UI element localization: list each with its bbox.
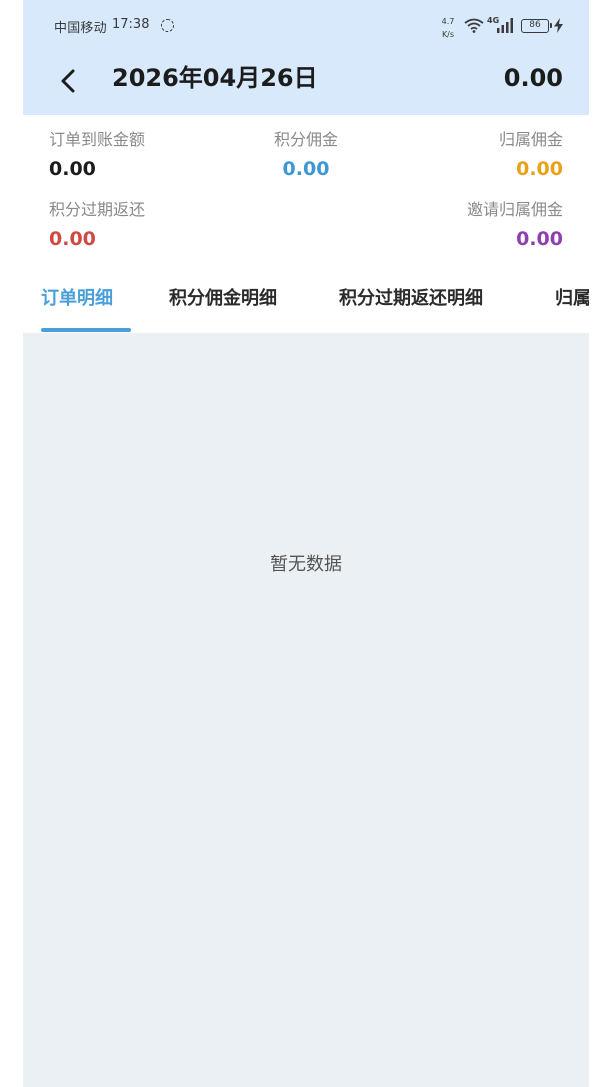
wifi-icon (464, 18, 484, 33)
stat-order-amount: 订单到账金额 0.00 (49, 129, 145, 183)
tab-bar: 订单明细 积分佣金明细 积分过期返还明细 归属 (23, 265, 589, 333)
header-total-amount: 0.00 (503, 64, 563, 92)
status-bar: 中国移动 17:38 4.7 K/s 4G 86 (23, 0, 589, 52)
signal-icon (497, 18, 513, 33)
status-time: 17:38 (112, 17, 150, 32)
tab-attribution-detail[interactable]: 归属 (555, 285, 589, 313)
stat-value: 0.00 (49, 228, 96, 250)
header: 中国移动 17:38 4.7 K/s 4G 86 2026年04月26日 0.0… (23, 0, 589, 115)
stat-points-expired-refund: 积分过期返还 0.00 (49, 199, 145, 253)
stat-points-commission: 积分佣金 0.00 (253, 129, 359, 183)
stats-panel: 订单到账金额 0.00 积分佣金 0.00 归属佣金 0.00 积分过期返还 0… (23, 115, 589, 265)
stat-label: 积分佣金 (273, 130, 338, 149)
net-speed-value: 4.7 (441, 17, 455, 26)
empty-state-text: 暂无数据 (270, 554, 342, 575)
detail-list[interactable]: 暂无数据 (23, 333, 589, 1087)
battery-icon: 86 (521, 19, 552, 33)
carrier-label: 中国移动 (54, 21, 107, 36)
page-title: 2026年04月26日 (112, 64, 318, 92)
stat-attribution-commission: 归属佣金 0.00 (499, 129, 563, 183)
chevron-left-icon (61, 69, 75, 93)
title-bar: 2026年04月26日 0.00 (23, 52, 589, 115)
battery-level: 86 (529, 20, 541, 30)
charging-icon (554, 18, 563, 33)
net-speed-unit: K/s (441, 30, 455, 39)
stat-value: 0.00 (516, 158, 563, 180)
net-speed: 4.7 K/s (439, 15, 457, 41)
tab-points-commission-detail[interactable]: 积分佣金明细 (169, 285, 277, 313)
stat-label: 邀请归属佣金 (466, 200, 563, 219)
stat-value: 0.00 (282, 158, 330, 180)
stat-invite-attribution-commission: 邀请归属佣金 0.00 (467, 199, 563, 253)
app-screen: 中国移动 17:38 4.7 K/s 4G 86 2026年04月26日 0.0… (23, 0, 589, 1087)
stat-label: 积分过期返还 (49, 200, 146, 219)
stat-value: 0.00 (516, 228, 563, 250)
active-tab-indicator (41, 328, 131, 332)
back-button[interactable] (51, 64, 85, 98)
stat-value: 0.00 (49, 158, 96, 180)
sync-icon (161, 19, 174, 32)
stat-label: 归属佣金 (498, 130, 563, 149)
stat-label: 订单到账金额 (49, 130, 146, 149)
tab-points-expired-refund-detail[interactable]: 积分过期返还明细 (339, 285, 483, 313)
tab-order-detail[interactable]: 订单明细 (41, 285, 113, 313)
